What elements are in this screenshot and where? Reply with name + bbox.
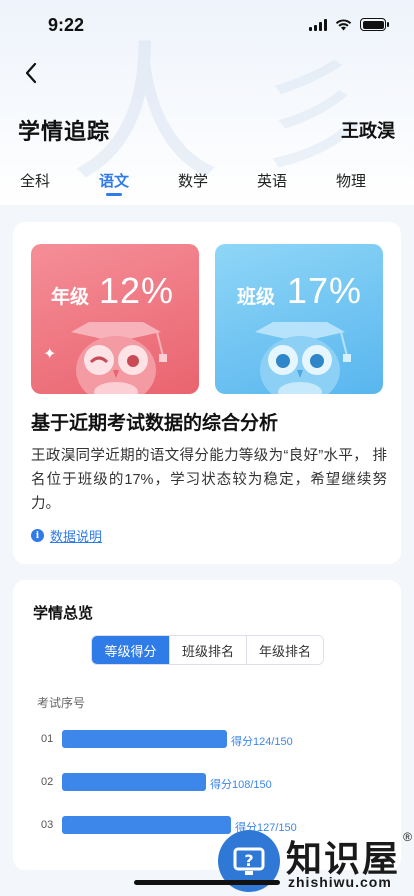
owl-mascot-icon: [255, 322, 351, 394]
segment-class-rank[interactable]: 班级排名: [169, 636, 246, 664]
chart-value-label: 得分108/150: [210, 779, 272, 791]
overview-title: 学情总览: [33, 605, 94, 622]
back-button[interactable]: [16, 58, 46, 88]
svg-text:?: ?: [244, 851, 253, 870]
watermark-registered: ®: [403, 830, 412, 844]
tab-all-subjects[interactable]: 全科: [12, 170, 58, 191]
data-explanation-link[interactable]: i 数据说明: [31, 526, 102, 545]
chart-bar-row: 01 得分124/150: [13, 730, 401, 750]
watermark-logo: ? 知识屋 ® zhishiwu.com: [214, 826, 414, 896]
segment-grade-rank[interactable]: 年级排名: [246, 636, 323, 664]
chart-bar: [62, 730, 227, 748]
status-icons: [309, 18, 389, 31]
info-icon: i: [31, 529, 44, 542]
tab-physics[interactable]: 物理: [328, 170, 374, 191]
data-explanation-label: 数据说明: [50, 529, 103, 544]
chart-value-label: 得分124/150: [231, 736, 293, 748]
grade-rank-card: 年级 12% ✦: [31, 244, 199, 394]
home-indicator: [134, 880, 280, 885]
student-name: 王政淏: [341, 121, 395, 141]
active-tab-indicator: [106, 193, 122, 196]
battery-icon: [360, 18, 389, 31]
page-title: 学情追踪: [18, 119, 111, 144]
class-rank-card: 班级 17%: [215, 244, 383, 394]
chart-bar: [62, 773, 206, 791]
chart-axis-label: 考试序号: [37, 696, 86, 710]
analysis-title: 基于近期考试数据的综合分析: [31, 413, 279, 434]
chart-bar: [62, 816, 231, 834]
chart-category-label: 02: [41, 776, 54, 788]
chevron-left-icon: [25, 62, 37, 84]
analysis-card: 年级 12% ✦ 班级 17% 基于近期考试数据的综合分析 王政淏同学近期的语文…: [13, 222, 401, 564]
watermark-domain: zhishiwu.com: [288, 874, 392, 890]
chart-category-label: 01: [41, 733, 54, 745]
analysis-summary: 王政淏同学近期的语文得分能力等级为“良好”水平， 排名位于班级的17%，学习状态…: [31, 448, 387, 512]
status-bar: 9:22: [0, 0, 414, 48]
chart-category-label: 03: [41, 819, 54, 831]
tab-english[interactable]: 英语: [249, 170, 295, 191]
tab-math[interactable]: 数学: [170, 170, 216, 191]
status-time: 9:22: [48, 15, 85, 35]
segment-level-score[interactable]: 等级得分: [92, 636, 169, 664]
overview-segmented-control: 等级得分 班级排名 年级排名: [91, 635, 324, 665]
chart-bar-row: 02 得分108/150: [13, 773, 401, 793]
cellular-signal-icon: [309, 18, 327, 31]
wifi-icon: [335, 19, 352, 31]
owl-mascot-icon: [71, 322, 167, 394]
tab-chinese[interactable]: 语文: [91, 170, 137, 191]
subject-tabs: 全科 语文 数学 英语 物理: [0, 170, 414, 200]
